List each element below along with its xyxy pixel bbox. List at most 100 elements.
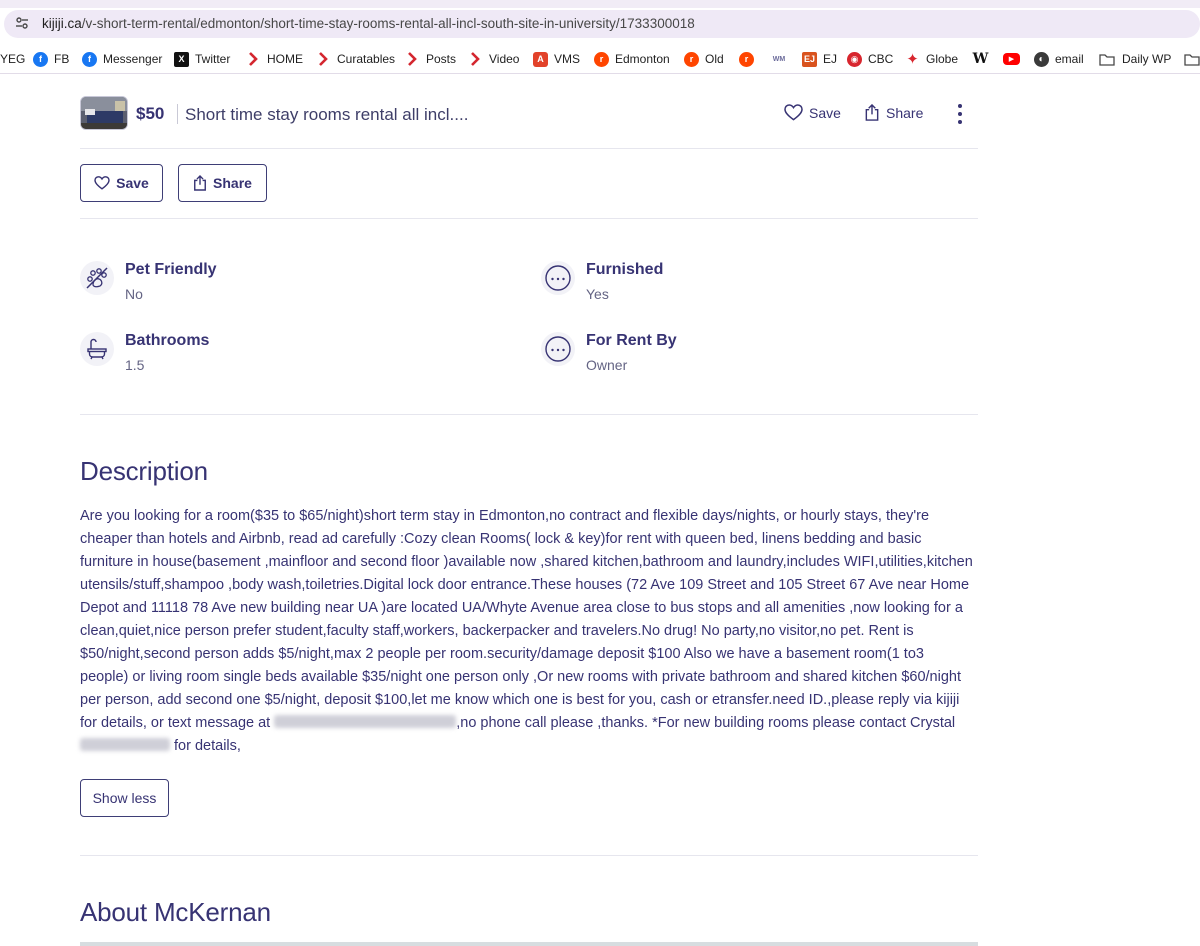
chevron-icon (249, 52, 258, 66)
wm-icon: WM (770, 51, 788, 67)
more-options-icon[interactable] (953, 102, 967, 126)
divider (80, 148, 978, 149)
redacted-phone (274, 715, 457, 728)
attribute-value: 1.5 (125, 357, 145, 373)
attribute-value: Yes (586, 286, 609, 302)
bookmark-video[interactable]: Video (470, 50, 519, 68)
about-heading: About McKernan (80, 897, 271, 927)
folder-icon (1099, 53, 1115, 66)
bookmark-curatables[interactable]: Curatables (318, 50, 395, 68)
shield-icon: A (533, 51, 548, 67)
globe-icon: ◐ (1034, 51, 1049, 67)
bookmark-posts[interactable]: Posts (407, 50, 456, 68)
url-path: /v-short-term-rental/edmonton/short-time… (81, 16, 695, 31)
chevron-icon (408, 52, 417, 66)
bookmark-vms[interactable]: A VMS (533, 50, 580, 68)
description-part: ,no phone call please ,thanks. *For new … (456, 715, 956, 731)
save-button[interactable]: Save (80, 164, 163, 202)
bookmark-daily-wp[interactable]: Daily WP (1099, 50, 1171, 68)
show-less-button[interactable]: Show less (80, 779, 169, 817)
bookmark-label: CBC (868, 52, 894, 66)
bathtub-icon (80, 332, 114, 366)
bookmark-email[interactable]: ◐ email (1034, 50, 1084, 68)
save-label: Save (116, 175, 149, 191)
bookmark-youtube[interactable]: ▶ (1003, 50, 1026, 68)
header-share-button[interactable]: Share (864, 104, 923, 121)
url-domain: kijiji.ca (42, 16, 82, 31)
bookmark-wm[interactable]: WM (770, 50, 794, 68)
redacted-phone (80, 738, 170, 751)
listing-sticky-header: $50 Short time stay rooms rental all inc… (80, 96, 978, 132)
dots-circle-icon (541, 332, 575, 366)
reddit-icon: r (739, 51, 754, 67)
divider (80, 855, 978, 856)
bookmarks-bar: YEG f FB f Messenger X Twitter HOME Curatab… (0, 44, 1200, 74)
attribute-for-rent-by: For Rent By Owner (541, 332, 941, 382)
url-text[interactable]: kijiji.ca/v-short-term-rental/edmonton/s… (42, 16, 695, 31)
listing-title: Short time stay rooms rental all incl...… (185, 105, 469, 124)
header-save-button[interactable]: Save (784, 104, 841, 121)
bookmark-ej[interactable]: EJ EJ (802, 50, 837, 68)
bookmark-label: Video (489, 52, 520, 66)
attribute-label: Bathrooms (125, 332, 210, 349)
attribute-bathrooms: Bathrooms 1.5 (80, 332, 480, 382)
share-icon (865, 104, 879, 121)
bookmark-cbc[interactable]: ◉ CBC (847, 50, 893, 68)
bookmark-reddit[interactable]: r (739, 50, 760, 68)
attribute-value: Owner (586, 357, 628, 373)
description-text: Are you looking for a room($35 to $65/ni… (80, 505, 976, 758)
heart-icon (94, 176, 110, 190)
description-part: Are you looking for a room($35 to $65/ni… (80, 508, 973, 731)
reddit-icon: r (594, 51, 609, 67)
attribute-furnished: Furnished Yes (541, 261, 941, 311)
heart-icon (784, 104, 803, 121)
neighbourhood-map[interactable] (80, 942, 978, 946)
x-icon: X (174, 51, 189, 67)
bookmark-label: Globe (926, 52, 959, 66)
bookmark-label: YEG (0, 52, 26, 66)
bookmark-old[interactable]: r Old (684, 50, 724, 68)
bookmark-label: Messenger (103, 52, 163, 66)
address-bar[interactable]: kijiji.ca/v-short-term-rental/edmonton/s… (0, 8, 1200, 40)
divider (80, 414, 978, 415)
chevron-icon (471, 52, 480, 66)
share-label: Share (213, 175, 252, 191)
site-settings-icon[interactable] (15, 16, 29, 30)
bookmark-messenger[interactable]: f Messenger (82, 50, 162, 68)
header-save-label: Save (809, 104, 841, 121)
bookmark-label: Posts (426, 52, 457, 66)
bookmark-twitter[interactable]: X Twitter (174, 50, 230, 68)
folder-icon (1184, 53, 1200, 66)
bookmark-edmonton[interactable]: r Edmonton (594, 50, 670, 68)
wikipedia-icon: W (972, 51, 989, 67)
chevron-icon (319, 52, 328, 66)
description-heading: Description (80, 456, 208, 486)
bookmark-label: FB (54, 52, 70, 66)
bookmark-wikipedia[interactable]: W (973, 50, 994, 68)
bookmark-folder[interactable] (1184, 50, 1200, 68)
bookmark-globe[interactable]: ✦ Globe (905, 50, 958, 68)
listing-thumbnail[interactable] (80, 96, 128, 130)
cbc-icon: ◉ (847, 51, 862, 67)
attribute-value: No (125, 286, 143, 302)
bookmark-label: HOME (267, 52, 303, 66)
browser-top-strip (0, 0, 1200, 8)
bookmark-label: Curatables (337, 52, 396, 66)
share-icon (194, 175, 206, 191)
share-button[interactable]: Share (178, 164, 267, 202)
listing-price: $50 (136, 104, 165, 123)
bookmark-label: EJ (823, 52, 838, 66)
facebook-icon: f (33, 51, 48, 67)
bookmark-home[interactable]: HOME (248, 50, 303, 68)
bookmark-fb[interactable]: f FB (33, 50, 69, 68)
youtube-icon: ▶ (1003, 53, 1020, 65)
bookmark-label: email (1055, 52, 1084, 66)
bookmark-label: Twitter (195, 52, 231, 66)
bookmark-label: Old (705, 52, 724, 66)
attribute-label: Furnished (586, 261, 664, 278)
header-divider (177, 104, 178, 124)
bookmark-yeg[interactable]: YEG (0, 50, 25, 68)
header-share-label: Share (886, 104, 924, 121)
ej-icon: EJ (802, 51, 817, 67)
attribute-pet-friendly: Pet Friendly No (80, 261, 480, 311)
